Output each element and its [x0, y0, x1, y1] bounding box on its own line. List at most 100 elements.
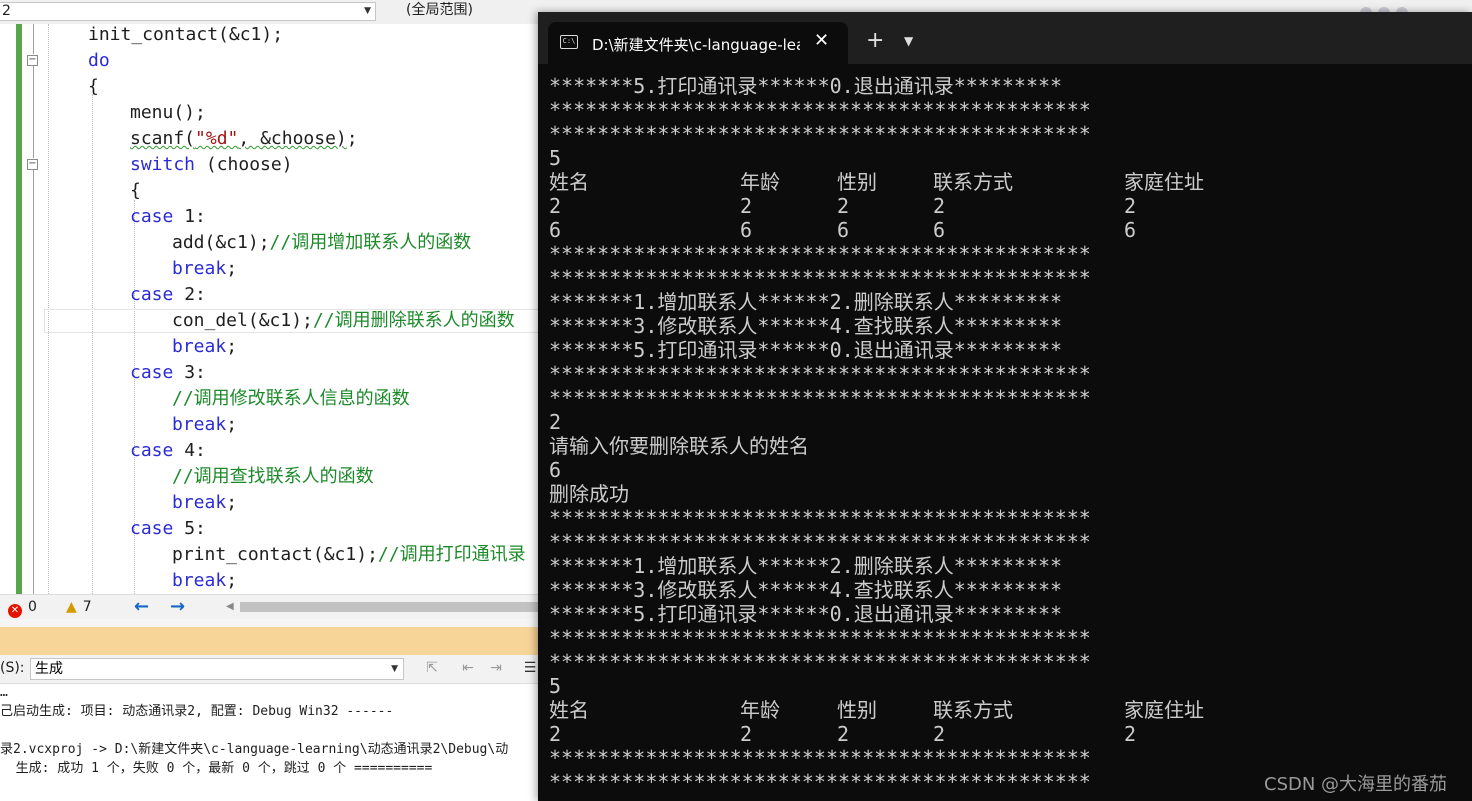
back-arrow-icon[interactable]: ←	[134, 595, 149, 619]
close-icon[interactable]: ✕	[814, 30, 829, 51]
terminal-line: ****************************************…	[549, 746, 1091, 770]
code-token: ;	[226, 570, 238, 591]
code-line: print_contact(&c1);//调用打印通讯录	[172, 542, 526, 568]
code-token: ;	[226, 492, 238, 513]
panel-separator	[0, 619, 540, 627]
code-line: case 1:	[130, 204, 206, 230]
output-source-select[interactable]: 生成 ▼	[30, 658, 404, 680]
terminal-table-row: 2 2 2 2 2	[549, 722, 1449, 746]
fold-line	[33, 24, 34, 54]
clear-all-icon[interactable]: ☰	[522, 660, 538, 676]
terminal-cell: 2	[837, 194, 850, 218]
collapse-icon[interactable]: −	[27, 159, 38, 170]
terminal-cell: 2	[549, 722, 562, 746]
code-token: //调用增加联系人的函数	[269, 232, 472, 253]
terminal-output[interactable]: *******5.打印通讯录******0.退出通讯录********* ****…	[538, 64, 1472, 801]
code-line: add(&c1);//调用增加联系人的函数	[172, 230, 471, 256]
code-line: case 2:	[130, 282, 206, 308]
output-line: …	[0, 685, 8, 700]
terminal-cell: 2	[1124, 194, 1137, 218]
code-line: break;	[172, 490, 237, 516]
new-tab-icon[interactable]: +	[866, 30, 884, 52]
terminal-line: 请输入你要删除联系人的姓名	[549, 434, 809, 458]
console-icon: C:\	[560, 35, 578, 49]
output-source-value: 生成	[35, 661, 63, 677]
code-token: break	[172, 336, 227, 357]
terminal-table-row: 姓名 年龄 性别 联系方式 家庭住址	[549, 698, 1449, 722]
forward-arrow-icon[interactable]: →	[170, 595, 185, 619]
code-token: //调用打印通讯录	[377, 544, 526, 565]
code-line: break;	[172, 334, 237, 360]
code-line: //调用修改联系人信息的函数	[172, 386, 410, 412]
terminal-line: ****************************************…	[549, 98, 1091, 122]
terminal-line: 6	[549, 458, 562, 482]
terminal-cell: 年龄	[740, 170, 780, 194]
terminal-cell: 2	[933, 722, 946, 746]
terminal-line: 5	[549, 674, 562, 698]
terminal-line: *******5.打印通讯录******0.退出通讯录*********	[549, 602, 1063, 626]
output-line: 生成: 成功 1 个，失败 0 个，最新 0 个，跳过 0 个 ========…	[0, 761, 433, 776]
terminal-line: ****************************************…	[549, 506, 1091, 530]
terminal-cell: 6	[837, 218, 850, 242]
code-line: switch (choose)	[130, 152, 293, 178]
fold-line	[33, 66, 34, 158]
terminal-line: ****************************************…	[549, 266, 1091, 290]
code-line: scanf("%d", &choose);	[130, 126, 358, 152]
warning-count[interactable]: ▲ 7	[66, 595, 92, 619]
code-token: , &choose)	[238, 128, 347, 149]
code-token: menu();	[130, 102, 206, 123]
code-line: break;	[172, 412, 237, 438]
terminal-tab[interactable]: C:\ D:\新建文件夹\c-language-lea ✕	[548, 22, 848, 64]
code-token: ;	[346, 128, 358, 149]
code-token: ;	[226, 336, 238, 357]
code-line: {	[130, 178, 141, 204]
code-token: case	[130, 362, 174, 383]
terminal-cell: 2	[1124, 722, 1137, 746]
code-editor[interactable]: − − init_contact(&c1); do {menu(); scanf("%…	[0, 24, 540, 594]
chevron-down-icon[interactable]: ▼	[904, 34, 913, 48]
code-token: switch	[130, 154, 196, 175]
scope-combo[interactable]: (全局范围)	[380, 2, 538, 21]
project-combo[interactable]: 2 ▼	[0, 2, 376, 21]
code-token: init_contact(&c1);	[88, 24, 284, 45]
code-token: ;	[226, 258, 238, 279]
code-line: con_del(&c1);//调用删除联系人的函数	[172, 308, 515, 334]
collapse-icon[interactable]: −	[27, 55, 38, 66]
terminal-line: *******1.增加联系人******2.删除联系人*********	[549, 554, 1063, 578]
terminal-line: ****************************************…	[549, 386, 1091, 410]
previous-message-icon[interactable]: ⇤	[460, 660, 476, 676]
terminal-line: ****************************************…	[549, 626, 1091, 650]
terminal-line: ****************************************…	[549, 770, 1091, 794]
chevron-down-icon: ▼	[391, 664, 398, 674]
code-line: //调用查找联系人的函数	[172, 464, 374, 490]
scroll-left-icon[interactable]: ◀	[226, 595, 234, 619]
watermark: CSDN @大海里的番茄	[1264, 774, 1448, 795]
code-line: case 4:	[130, 438, 206, 464]
code-line: init_contact(&c1);	[88, 24, 283, 48]
next-message-icon[interactable]: ⇥	[488, 660, 504, 676]
terminal-line: ****************************************…	[549, 650, 1091, 674]
terminal-cell: 6	[740, 218, 753, 242]
terminal-line: ****************************************…	[549, 122, 1091, 146]
terminal-cell: 6	[549, 218, 562, 242]
code-token: 3:	[173, 362, 206, 383]
code-token: print_contact(&c1);	[172, 544, 378, 565]
terminal-table-row: 姓名 年龄 性别 联系方式 家庭住址	[549, 170, 1449, 194]
error-count[interactable]: ✕ 0	[8, 595, 37, 619]
code-token: 1:	[173, 206, 206, 227]
output-line: 录2.vcxproj -> D:\新建文件夹\c-language-learni…	[0, 742, 509, 757]
code-token: break	[172, 414, 227, 435]
code-token: case	[130, 284, 174, 305]
terminal-cell: 6	[1124, 218, 1137, 242]
terminal-line: ****************************************…	[549, 242, 1091, 266]
output-panel: (S): 生成 ▼ ⇱ ⇤ ⇥ ☰ … 己启动生成: 项目: 动态通讯录2, 配置…	[0, 655, 540, 801]
horizontal-scrollbar-thumb[interactable]	[240, 602, 540, 612]
code-token: break	[172, 570, 227, 591]
terminal-line: 5	[549, 146, 562, 170]
terminal-cell: 性别	[837, 698, 877, 722]
warning-count-value: 7	[82, 599, 92, 615]
code-token: add(&c1);	[172, 232, 270, 253]
error-count-value: 0	[28, 599, 37, 615]
find-message-icon[interactable]: ⇱	[424, 660, 440, 676]
terminal-line: *******1.增加联系人******2.删除联系人*********	[549, 290, 1063, 314]
